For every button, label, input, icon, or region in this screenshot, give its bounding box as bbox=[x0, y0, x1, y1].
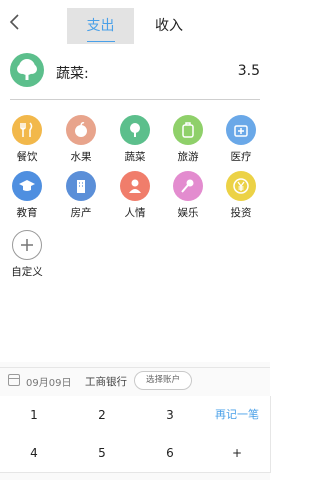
key-6[interactable]: 6 bbox=[136, 434, 205, 473]
account-bar: 09月09日 工商银行 选择账户 bbox=[0, 367, 270, 396]
chevron-left-icon[interactable] bbox=[8, 12, 28, 36]
category-vegetable[interactable]: 蔬菜 bbox=[113, 115, 161, 171]
category-label: 房产 bbox=[70, 207, 92, 219]
category-label: 医疗 bbox=[230, 151, 252, 163]
medical-kit-icon bbox=[226, 115, 256, 145]
tree-icon bbox=[120, 115, 150, 145]
key-5[interactable]: 5 bbox=[68, 434, 137, 473]
category-label: 投资 bbox=[230, 207, 252, 219]
category-label: 餐饮 bbox=[16, 151, 38, 163]
yen-icon bbox=[226, 171, 256, 201]
key-4[interactable]: 4 bbox=[0, 434, 69, 473]
category-travel[interactable]: 旅游 bbox=[166, 115, 214, 171]
apple-icon bbox=[66, 115, 96, 145]
person-icon bbox=[120, 171, 150, 201]
category-label: 水果 bbox=[70, 151, 92, 163]
key-plus[interactable]: + bbox=[204, 434, 271, 473]
tab-income[interactable]: 收入 bbox=[143, 8, 195, 44]
category-investment[interactable]: 投资 bbox=[219, 171, 267, 227]
tree-icon bbox=[10, 53, 44, 87]
tab-expense[interactable]: 支出 bbox=[67, 8, 134, 44]
category-custom[interactable]: 自定义 bbox=[5, 230, 53, 286]
select-account-button[interactable]: 选择账户 bbox=[134, 371, 192, 390]
key-3[interactable]: 3 bbox=[136, 396, 205, 435]
calendar-icon[interactable] bbox=[8, 374, 20, 386]
microphone-icon bbox=[173, 171, 203, 201]
account-label: 工商银行 bbox=[85, 376, 127, 388]
amount-display: 3.5 bbox=[237, 63, 260, 79]
suitcase-icon bbox=[173, 115, 203, 145]
category-label: 娱乐 bbox=[177, 207, 199, 219]
keypad: 1 2 3 再记一笔 4 5 6 + bbox=[0, 396, 271, 480]
building-icon bbox=[66, 171, 96, 201]
category-label: 蔬菜 bbox=[124, 151, 146, 163]
category-label: 旅游 bbox=[177, 151, 199, 163]
category-gifts[interactable]: 人情 bbox=[113, 171, 161, 227]
plus-icon bbox=[12, 230, 42, 260]
category-fruit[interactable]: 水果 bbox=[59, 115, 107, 171]
utensils-icon bbox=[12, 115, 42, 145]
category-label: 人情 bbox=[124, 207, 146, 219]
selected-category-row: 蔬菜: 3.5 bbox=[0, 53, 270, 93]
header: 支出 收入 bbox=[0, 0, 270, 46]
category-label: 自定义 bbox=[11, 266, 43, 278]
category-education[interactable]: 教育 bbox=[5, 171, 53, 227]
category-property[interactable]: 房产 bbox=[59, 171, 107, 227]
selected-category-name: 蔬菜: bbox=[56, 66, 89, 82]
record-another-button[interactable]: 再记一笔 bbox=[204, 396, 271, 435]
date-label[interactable]: 09月09日 bbox=[26, 374, 71, 389]
key-1[interactable]: 1 bbox=[0, 396, 69, 435]
category-entertainment[interactable]: 娱乐 bbox=[166, 171, 214, 227]
category-label: 教育 bbox=[16, 207, 38, 219]
key-2[interactable]: 2 bbox=[68, 396, 137, 435]
divider bbox=[10, 99, 260, 100]
category-medical[interactable]: 医疗 bbox=[219, 115, 267, 171]
graduation-cap-icon bbox=[12, 171, 42, 201]
category-dining[interactable]: 餐饮 bbox=[5, 115, 53, 171]
